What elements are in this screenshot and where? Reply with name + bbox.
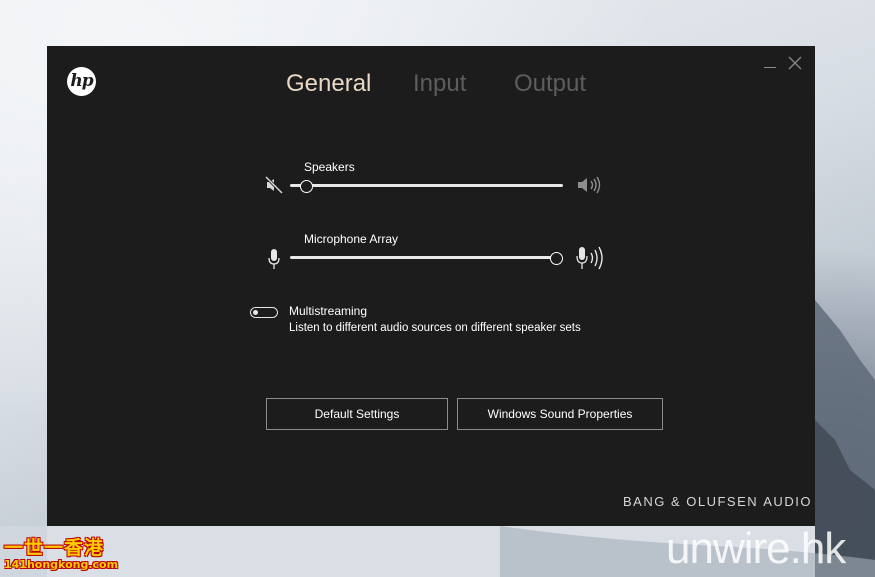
- close-button[interactable]: [786, 54, 804, 72]
- tab-general[interactable]: General: [286, 70, 371, 98]
- microphone-volume-slider[interactable]: [290, 252, 563, 265]
- watermark-left-top: 一世一香港: [4, 537, 105, 559]
- speakers-volume-slider[interactable]: [290, 180, 563, 193]
- speakers-slider-thumb[interactable]: [300, 180, 314, 193]
- hp-logo: hp: [67, 67, 96, 96]
- windows-sound-properties-button[interactable]: Windows Sound Properties: [457, 398, 663, 430]
- default-settings-button[interactable]: Default Settings: [266, 398, 448, 430]
- brand-suffix: AUDIO: [763, 494, 812, 509]
- bang-olufsen-brand: BANG & OLUFSEN AUDIO: [623, 494, 812, 509]
- tab-output[interactable]: Output: [514, 70, 586, 98]
- speaker-muted-icon[interactable]: [265, 176, 283, 194]
- microphone-label: Microphone Array: [304, 232, 399, 246]
- watermark-unwire: unwire.hk: [666, 524, 846, 573]
- tab-input[interactable]: Input: [413, 70, 466, 98]
- watermark-141hongkong: 一世一香港 141hongkong.com: [4, 533, 118, 571]
- audio-control-window: hp General Input Output Speakers Microph…: [47, 46, 815, 526]
- brand-name: BANG & OLUFSEN: [623, 494, 759, 509]
- speaker-loud-icon[interactable]: [576, 176, 604, 194]
- multistreaming-title: Multistreaming: [289, 304, 368, 318]
- speakers-label: Speakers: [304, 160, 355, 174]
- close-icon: [788, 56, 802, 70]
- minimize-icon: [764, 67, 776, 68]
- microphone-loud-icon[interactable]: [576, 245, 606, 271]
- microphone-icon[interactable]: [267, 248, 281, 270]
- microphone-slider-thumb[interactable]: [550, 252, 563, 265]
- watermark-left-bottom: 141hongkong.com: [4, 558, 119, 571]
- minimize-button[interactable]: [761, 54, 779, 72]
- toggle-knob: [253, 310, 258, 315]
- multistreaming-toggle[interactable]: [250, 307, 278, 318]
- multistreaming-description: Listen to different audio sources on dif…: [289, 322, 581, 334]
